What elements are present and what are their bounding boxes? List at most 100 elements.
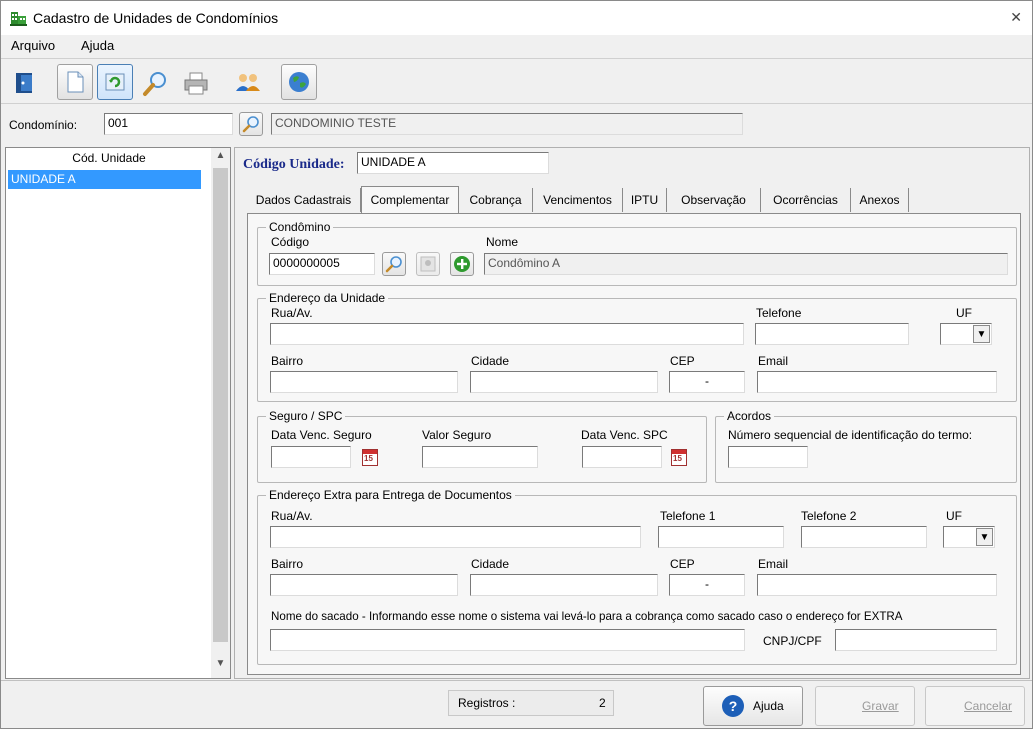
- condomino-view-button[interactable]: [416, 252, 440, 276]
- email-label: Email: [758, 354, 789, 368]
- rua-input[interactable]: [270, 323, 744, 345]
- refresh-button[interactable]: [97, 64, 133, 100]
- endereco-extra-group-title: Endereço Extra para Entrega de Documento…: [266, 488, 515, 502]
- tab-dados-cadastrais[interactable]: Dados Cadastrais: [247, 188, 361, 212]
- unit-list: Cód. Unidade UNIDADE A ▲ ▼: [5, 147, 231, 679]
- scroll-up-icon[interactable]: ▲: [211, 150, 230, 168]
- magnifier-icon: [385, 256, 402, 273]
- unit-code-input[interactable]: UNIDADE A: [357, 152, 549, 174]
- extra-bairro-input[interactable]: [270, 574, 458, 596]
- exit-door-icon: [16, 73, 32, 93]
- extra-email-input[interactable]: [757, 574, 997, 596]
- extra-cidade-input[interactable]: [470, 574, 658, 596]
- extra-telefone1-label: Telefone 1: [660, 509, 716, 523]
- cnpj-input[interactable]: [835, 629, 997, 651]
- condomino-name-field: Condômino A: [484, 253, 1008, 275]
- seq-termo-input[interactable]: [728, 446, 808, 468]
- tab-complementar[interactable]: Complementar: [361, 186, 459, 213]
- list-item[interactable]: UNIDADE A: [8, 170, 201, 189]
- extra-bairro-label: Bairro: [271, 557, 304, 571]
- sacado-label: Nome do sacado - Informando esse nome o …: [271, 610, 903, 623]
- cancelar-button[interactable]: Cancelar: [925, 686, 1025, 726]
- valor-seguro-label: Valor Seguro: [422, 428, 492, 442]
- extra-rua-label: Rua/Av.: [271, 509, 313, 523]
- scroll-down-icon[interactable]: ▼: [211, 658, 230, 676]
- condominio-search-button[interactable]: [239, 112, 263, 136]
- gravar-button[interactable]: Gravar: [815, 686, 915, 726]
- telefone-input[interactable]: [755, 323, 909, 345]
- extra-uf-select[interactable]: ▼: [943, 526, 995, 548]
- building-app-icon: [10, 12, 27, 26]
- unit-code-label: Código Unidade:: [243, 157, 345, 172]
- tab-ocorrencias[interactable]: Ocorrências: [761, 188, 851, 212]
- globe-button[interactable]: [281, 64, 317, 100]
- dropdown-arrow-icon[interactable]: ▼: [973, 325, 990, 343]
- print-icon: [184, 72, 208, 95]
- condomino-name-label: Nome: [486, 235, 519, 249]
- cidade-input[interactable]: [470, 371, 658, 393]
- extra-telefone2-input[interactable]: [801, 526, 927, 548]
- tab-iptu[interactable]: IPTU: [623, 188, 667, 212]
- search-button[interactable]: [137, 64, 173, 100]
- users-button[interactable]: [229, 64, 265, 100]
- calendar-icon[interactable]: 15: [362, 449, 378, 466]
- toolbar: [1, 58, 1032, 104]
- venc-seguro-input[interactable]: [271, 446, 351, 468]
- menu-arquivo[interactable]: Arquivo: [11, 38, 55, 53]
- extra-uf-label: UF: [946, 509, 962, 523]
- extra-rua-input[interactable]: [270, 526, 641, 548]
- gravar-label: Gravar: [862, 699, 899, 713]
- tab-vencimentos[interactable]: Vencimentos: [533, 188, 623, 212]
- ajuda-label: Ajuda: [753, 699, 784, 713]
- seq-termo-label: Número sequencial de identificação do te…: [728, 428, 973, 442]
- extra-cep-input[interactable]: -: [669, 574, 745, 596]
- title-bar: Cadastro de Unidades de Condomínios ✕: [1, 1, 1032, 35]
- menu-ajuda[interactable]: Ajuda: [81, 38, 114, 53]
- exit-button[interactable]: [7, 65, 41, 99]
- print-button[interactable]: [177, 64, 213, 100]
- email-input[interactable]: [757, 371, 997, 393]
- new-button[interactable]: [57, 64, 93, 100]
- uf-select[interactable]: ▼: [940, 323, 992, 345]
- condomino-add-button[interactable]: [450, 252, 474, 276]
- dropdown-arrow-icon[interactable]: ▼: [976, 528, 993, 546]
- tab-anexos[interactable]: Anexos: [851, 188, 909, 212]
- cep-input[interactable]: -: [669, 371, 745, 393]
- valor-seguro-input[interactable]: [422, 446, 538, 468]
- users-icon: [236, 74, 260, 91]
- status-bar: Registros : 2 ? Ajuda Gravar Cancelar: [1, 680, 1032, 728]
- condomino-search-button[interactable]: [382, 252, 406, 276]
- venc-spc-input[interactable]: [582, 446, 662, 468]
- uf-label: UF: [956, 306, 972, 320]
- close-icon[interactable]: ✕: [1010, 9, 1022, 26]
- condominio-label: Condomínio:: [9, 118, 78, 132]
- tab-cobranca[interactable]: Cobrança: [459, 188, 533, 212]
- main-window: Cadastro de Unidades de Condomínios ✕ Ar…: [0, 0, 1033, 729]
- registros-label: Registros :: [458, 696, 516, 710]
- extra-telefone2-label: Telefone 2: [801, 509, 857, 523]
- registros-panel: Registros : 2: [448, 690, 614, 716]
- id-card-icon: [420, 256, 436, 272]
- plus-circle-icon: [454, 256, 470, 272]
- venc-seguro-label: Data Venc. Seguro: [271, 428, 372, 442]
- telefone-label: Telefone: [756, 306, 802, 320]
- bairro-input[interactable]: [270, 371, 458, 393]
- calendar-icon[interactable]: 15: [671, 449, 687, 466]
- tab-observacao[interactable]: Observação: [667, 188, 761, 212]
- vertical-scrollbar[interactable]: ▲ ▼: [211, 148, 230, 678]
- condomino-group-title: Condômino: [266, 220, 334, 234]
- scroll-thumb[interactable]: [213, 168, 228, 642]
- venc-spc-label: Data Venc. SPC: [581, 428, 668, 442]
- registros-count: 2: [599, 696, 606, 710]
- sacado-input[interactable]: [270, 629, 745, 651]
- extra-cidade-label: Cidade: [471, 557, 510, 571]
- rua-label: Rua/Av.: [271, 306, 313, 320]
- condominio-code-input[interactable]: 001: [104, 113, 233, 135]
- endereco-group-title: Endereço da Unidade: [266, 291, 389, 305]
- extra-telefone1-input[interactable]: [658, 526, 784, 548]
- condomino-code-input[interactable]: 0000000005: [269, 253, 375, 275]
- cnpj-label: CNPJ/CPF: [763, 634, 822, 648]
- condominio-name-field: CONDOMINIO TESTE: [271, 113, 743, 135]
- ajuda-button[interactable]: ? Ajuda: [703, 686, 803, 726]
- new-document-icon: [67, 71, 84, 93]
